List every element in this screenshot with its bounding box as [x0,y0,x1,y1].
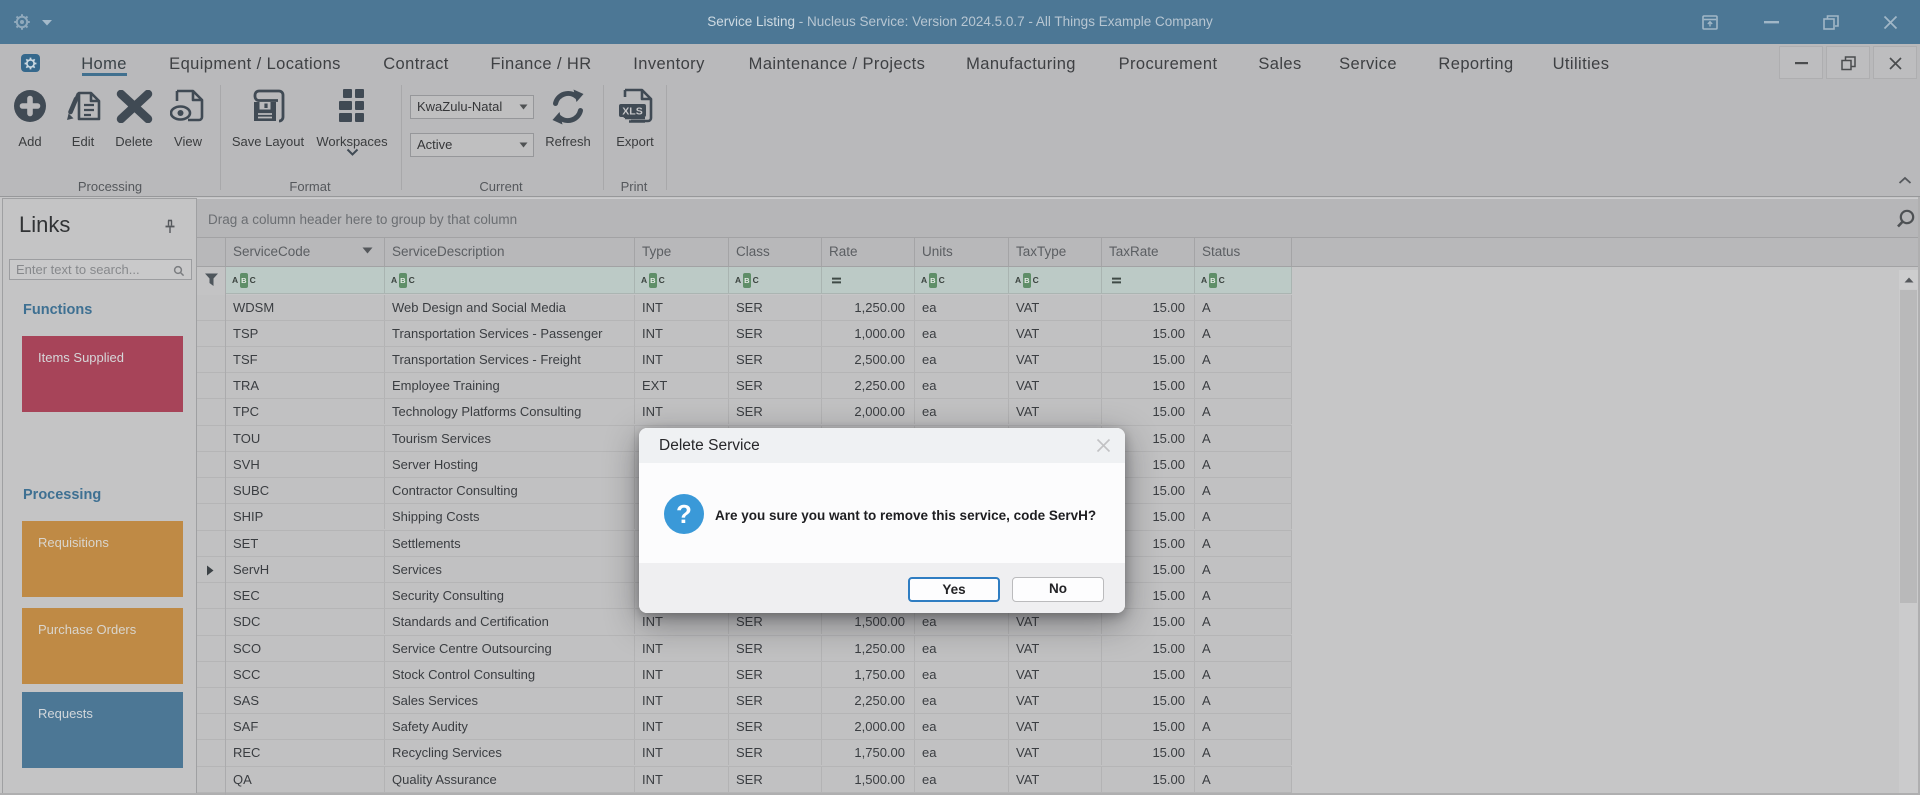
svg-text:XLS: XLS [622,106,642,118]
